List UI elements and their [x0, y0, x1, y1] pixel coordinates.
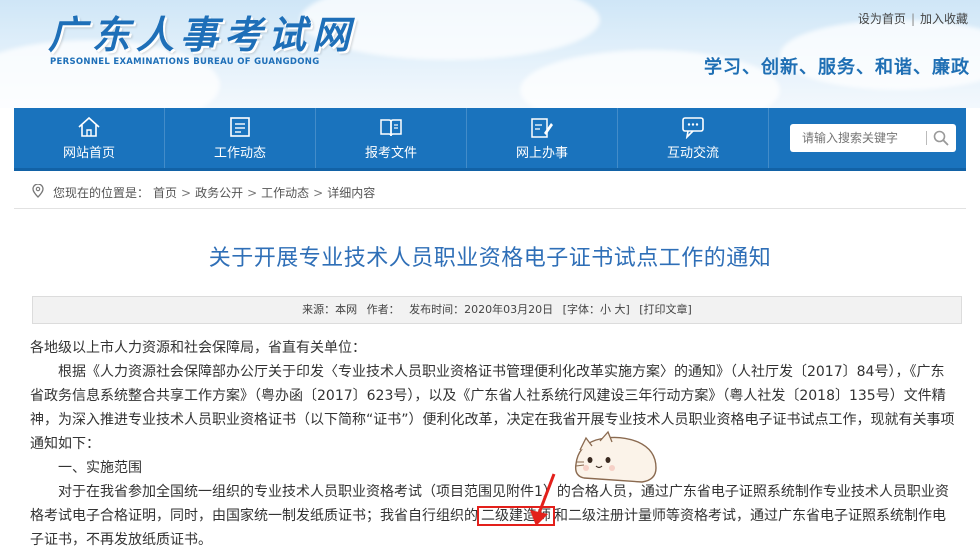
font-large-button[interactable]: 大 [614, 303, 625, 316]
nav-item-label: 网上办事 [515, 146, 568, 161]
breadcrumb-items: 首页 > 政务公开 > 工作动态 > 详细内容 [153, 184, 375, 201]
breadcrumb-separator: > [313, 186, 324, 200]
location-pin-icon [32, 184, 44, 198]
font-size-control: [字体：小 大] [560, 303, 633, 316]
nav-item-label: 互动交流 [666, 146, 719, 161]
book-icon [380, 119, 402, 137]
nav-item-interaction[interactable]: 互动交流 [618, 108, 769, 168]
search-divider [926, 131, 927, 145]
main-nav: 网站首页 工作动态 报考文件 网上办事 互动交流 请输入搜索关键字 [14, 108, 966, 171]
breadcrumb-prefix: 您现在的位置是： [53, 186, 150, 200]
home-icon [78, 116, 100, 137]
article-source: 来源：本网 [302, 303, 358, 316]
nav-item-label: 报考文件 [364, 146, 417, 161]
search-input[interactable] [790, 124, 932, 152]
nav-item-exam-files[interactable]: 报考文件 [316, 108, 467, 168]
article-body: 各地级以上市人力资源和社会保障局，省直有关单位： 根据《人力资源社会保障部办公厅… [30, 336, 958, 552]
breadcrumb-item-gov-affairs[interactable]: 政务公开 [195, 186, 243, 200]
breadcrumb-item-news[interactable]: 工作动态 [261, 186, 309, 200]
nav-item-online-service[interactable]: 网上办事 [467, 108, 618, 168]
article-paragraph: 对于在我省参加全国统一组织的专业技术人员职业资格考试（项目范围见附件1）的合格人… [30, 480, 958, 552]
article-date: 发布时间：2020年03月20日 [409, 303, 554, 316]
breadcrumb-item-home[interactable]: 首页 [153, 186, 177, 200]
breadcrumb-divider [14, 208, 966, 209]
add-favorite-link[interactable]: 加入收藏 [920, 12, 968, 26]
nav-item-news[interactable]: 工作动态 [165, 108, 316, 168]
search-icon[interactable] [932, 129, 950, 147]
breadcrumb-item-detail: 详细内容 [327, 186, 376, 200]
search-box [790, 124, 956, 152]
site-slogan: 学习、创新、服务、和谐、廉政 [704, 57, 970, 78]
article-paragraph: 根据《人力资源社会保障部办公厅关于印发〈专业技术人员职业资格证书管理便利化改革实… [30, 364, 955, 452]
cat-sticker-icon [574, 430, 657, 483]
font-small-button[interactable]: 小 [600, 303, 611, 316]
set-homepage-link[interactable]: 设为首页 [858, 12, 906, 26]
top-links: 设为首页 | 加入收藏 [858, 10, 968, 27]
print-article-button[interactable]: [打印文章] [636, 303, 695, 316]
section-heading: 一、实施范围 [58, 460, 142, 476]
site-logo-title[interactable]: 广东人事考试网 [48, 4, 356, 59]
news-icon [230, 117, 250, 137]
breadcrumb-separator: > [181, 186, 192, 200]
article-author: 作者： [366, 303, 400, 316]
site-header: 广东人事考试网 PERSONNEL EXAMINATIONS BUREAU OF… [0, 0, 980, 108]
edit-icon [531, 118, 553, 138]
chat-icon [682, 117, 704, 139]
font-size-close: ] [625, 303, 630, 316]
nav-item-label: 工作动态 [213, 146, 266, 161]
article-meta-bar: 来源：本网 作者： 发布时间：2020年03月20日 [字体：小 大] [打印文… [32, 296, 962, 324]
site-logo-subtitle: PERSONNEL EXAMINATIONS BUREAU OF GUANGDO… [50, 57, 320, 67]
font-size-label: [字体： [562, 303, 600, 316]
article-salutation: 各地级以上市人力资源和社会保障局，省直有关单位： [30, 340, 366, 356]
red-arrow-icon [530, 473, 556, 526]
article-title: 关于开展专业技术人员职业资格电子证书试点工作的通知 [208, 246, 772, 271]
breadcrumb-separator: > [247, 186, 258, 200]
link-separator: | [910, 12, 915, 26]
nav-item-home[interactable]: 网站首页 [14, 108, 165, 168]
nav-item-label: 网站首页 [62, 146, 115, 161]
